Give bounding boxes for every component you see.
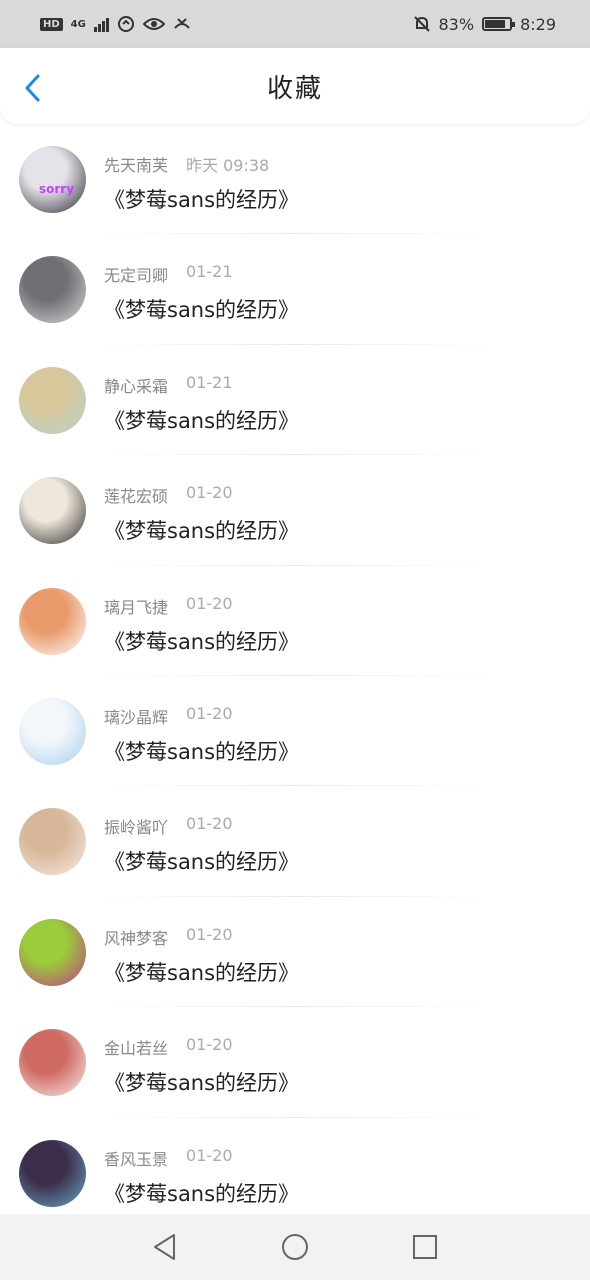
nav-back-button[interactable] [145,1227,185,1267]
avatar[interactable]: sorry [19,146,86,213]
header: 收藏 [0,48,590,124]
item-meta: 莲花宏硕 01-20 [104,483,233,507]
item-meta: 先天南芙 昨天 09:38 [104,152,269,176]
timestamp: 昨天 09:38 [186,156,270,175]
post-title[interactable]: 《梦莓sans的经历》 [104,1067,299,1097]
signal-icon [93,16,109,32]
bell-muted-icon [413,16,430,32]
item-meta: 静心采霜 01-21 [104,373,233,397]
username[interactable]: 先天南芙 [104,152,168,176]
missed-call-icon [174,18,190,29]
status-bar: HD 4G 83% 8:29 [0,0,590,48]
timestamp: 01-20 [186,593,233,613]
recents-square-icon [413,1235,437,1259]
item-meta: 风神梦客 01-20 [104,925,233,949]
clock: 8:29 [520,14,556,34]
favorite-item[interactable]: 静心采霜 01-21 《梦莓sans的经历》 [0,345,590,456]
timestamp: 01-20 [186,814,233,834]
favorite-item[interactable]: 金山若丝 01-20 《梦莓sans的经历》 [0,1007,590,1118]
favorite-item[interactable]: 振岭酱吖 01-20 《梦莓sans的经历》 [0,786,590,897]
favorite-item[interactable]: 无定司卿 01-21 《梦莓sans的经历》 [0,234,590,345]
avatar[interactable] [19,918,86,986]
timestamp: 01-20 [186,1035,233,1055]
hd-badge: HD [40,17,63,31]
timestamp: 01-20 [186,924,233,944]
network-label: 4G [70,18,86,30]
post-title[interactable]: 《梦莓sans的经历》 [104,957,299,987]
username[interactable]: 振岭酱吖 [104,814,168,838]
username[interactable]: 璃月飞捷 [104,594,168,618]
status-right: 83% 8:29 [413,14,556,34]
page-title: 收藏 [266,73,323,104]
battery-icon [482,17,516,31]
item-meta: 无定司卿 01-21 [104,262,233,286]
item-meta: 振岭酱吖 01-20 [104,814,233,838]
back-button[interactable] [18,74,46,102]
post-title[interactable]: 《梦莓sans的经历》 [104,184,299,214]
home-circle-icon [282,1234,308,1260]
nav-bar [0,1214,590,1280]
post-title[interactable]: 《梦莓sans的经历》 [104,515,299,545]
post-title[interactable]: 《梦莓sans的经历》 [104,1178,299,1208]
nav-recents-button[interactable] [405,1227,445,1267]
battery-percent: 83% [438,14,475,34]
avatar[interactable] [19,697,86,765]
username[interactable]: 静心采霜 [104,373,168,397]
favorite-item[interactable]: sorry 先天南芙 昨天 09:38 《梦莓sans的经历》 [0,124,590,235]
favorite-item[interactable]: 莲花宏硕 01-20 《梦莓sans的经历》 [0,455,590,566]
back-triangle-icon [154,1234,175,1260]
favorites-list: sorry 先天南芙 昨天 09:38 《梦莓sans的经历》 无定司卿 01-21 《梦莓… [0,124,590,1214]
chevron-left-icon [25,74,40,102]
post-title[interactable]: 《梦莓sans的经历》 [104,294,299,324]
username[interactable]: 金山若丝 [104,1035,168,1059]
post-title[interactable]: 《梦莓sans的经历》 [104,405,299,435]
avatar[interactable] [19,1029,86,1097]
timestamp: 01-21 [186,372,233,392]
timestamp: 01-20 [186,483,233,503]
status-left: HD 4G [40,15,191,33]
avatar[interactable] [19,477,86,545]
item-meta: 璃沙晶辉 01-20 [104,704,233,728]
avatar[interactable] [19,587,86,655]
nav-home-button[interactable] [275,1227,315,1267]
data-saver-icon [117,16,134,32]
timestamp: 01-21 [186,262,233,282]
avatar[interactable] [19,808,86,876]
username[interactable]: 无定司卿 [104,262,168,286]
username[interactable]: 风神梦客 [104,925,168,949]
favorite-item[interactable]: 璃沙晶辉 01-20 《梦莓sans的经历》 [0,676,590,787]
username[interactable]: 香风玉景 [104,1146,168,1170]
favorite-item[interactable]: 风神梦客 01-20 《梦莓sans的经历》 [0,897,590,1008]
item-meta: 璃月飞捷 01-20 [104,594,233,618]
avatar[interactable] [19,256,86,324]
timestamp: 01-20 [186,1145,233,1165]
timestamp: 01-20 [186,703,233,723]
favorite-item[interactable]: 香风玉景 01-20 《梦莓sans的经历》 [0,1118,590,1214]
eye-icon [142,18,165,30]
item-meta: 香风玉景 01-20 [104,1146,233,1170]
item-meta: 金山若丝 01-20 [104,1035,233,1059]
avatar[interactable] [19,1139,86,1207]
post-title[interactable]: 《梦莓sans的经历》 [104,626,299,656]
avatar-text: sorry [39,182,75,196]
favorite-item[interactable]: 璃月飞捷 01-20 《梦莓sans的经历》 [0,566,590,676]
username[interactable]: 璃沙晶辉 [104,704,168,728]
post-title[interactable]: 《梦莓sans的经历》 [104,736,299,766]
post-title[interactable]: 《梦莓sans的经历》 [104,846,299,876]
avatar[interactable] [19,366,86,434]
username[interactable]: 莲花宏硕 [104,483,168,507]
